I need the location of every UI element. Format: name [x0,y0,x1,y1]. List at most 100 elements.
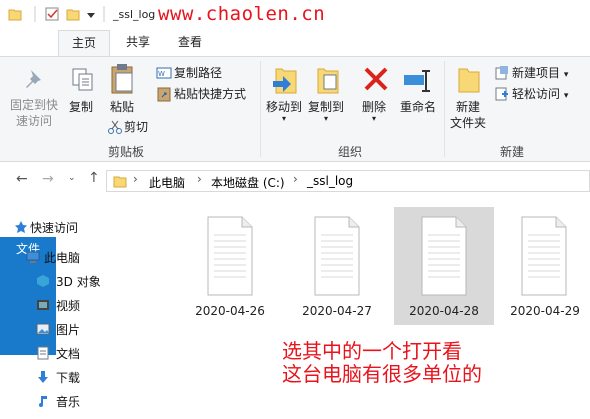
computer-icon [26,251,40,263]
up-arrow-icon[interactable]: ↑ [88,170,100,186]
music-icon [39,396,47,407]
new-folder-button[interactable]: 新建 文件夹 [446,99,490,131]
chevron-down-icon: ▾ [371,114,376,123]
easy-access-button[interactable]: 轻松访问 ▾ [512,86,582,104]
tab-view[interactable]: 查看 [164,30,216,56]
nav-this-pc[interactable]: 此电脑 [44,249,80,266]
file-name: 2020-04-28 [409,304,479,318]
star-icon [15,221,27,233]
tab-home[interactable]: 主页 [58,30,110,57]
rename-button[interactable]: 重命名 [396,99,440,115]
group-label-new: 新建 [500,145,525,159]
pictures-icon [36,323,50,335]
recent-locations-chevron-icon[interactable]: ⌄ [68,173,76,183]
move-to-icon [273,68,297,94]
window-title: _ssl_log [113,8,156,21]
rename-icon [404,70,430,92]
breadcrumb-local-disk[interactable]: 本地磁盘 (C:) [211,174,285,191]
new-folder-quick-icon[interactable] [66,7,80,21]
address-bar[interactable]: › 此电脑 › 本地磁盘 (C:) › _ssl_log [106,170,590,192]
cut-button[interactable]: 剪切 [124,119,154,135]
folder-icon [8,9,22,21]
file-item[interactable]: 2020-04-26 [180,207,280,325]
nav-music[interactable]: 音乐 [56,393,80,410]
paste-shortcut-icon [157,87,171,102]
chevron-down-icon: ▾ [323,114,328,123]
divider [444,61,445,157]
annotation-line1: 选其中的一个打开看 [282,339,462,363]
svg-text:W: W [158,70,165,78]
annotation-line2: 这台电脑有很多单位的 [282,362,482,386]
new-folder-label-line1: 新建 [455,100,480,114]
file-item[interactable]: 2020-04-29 [500,207,590,325]
separator-icon [34,6,36,22]
copy-path-button[interactable]: 复制路径 [174,65,234,81]
copy-button[interactable]: 复制 [66,99,96,115]
documents-icon [37,346,49,360]
copy-to-label: 复制到 [307,100,344,114]
copy-to-icon [317,68,339,94]
folder-icon [113,176,127,188]
new-item-button[interactable]: 新建项目 ▾ [512,65,582,83]
delete-label: 删除 [361,100,386,114]
file-item-selected[interactable]: 2020-04-28 [394,207,494,325]
paste-icon [111,64,133,94]
pin-quick-access-button[interactable]: 固定到快 速访问 [6,97,62,129]
delete-button[interactable]: 删除 ▾ [356,99,392,123]
nav-pictures[interactable]: 图片 [56,321,80,338]
breadcrumb-separator-icon: › [293,172,298,186]
file-name: 2020-04-26 [195,304,265,318]
back-arrow-icon[interactable]: ← [16,171,28,187]
document-icon [314,216,360,296]
pin-icon [26,70,41,88]
divider [260,61,261,157]
delete-icon [364,67,388,91]
document-icon [521,216,567,296]
scissors-icon [108,120,122,134]
breadcrumb-ssl-log[interactable]: _ssl_log [307,174,353,188]
new-folder-icon [458,68,480,93]
nav-downloads[interactable]: 下载 [56,369,80,386]
pin-label-line2: 速访问 [15,114,52,128]
breadcrumb-separator-icon: › [133,172,138,186]
paste-button[interactable]: 粘贴 [104,99,140,115]
breadcrumb-this-pc[interactable]: 此电脑 [149,174,185,191]
group-label-organize: 组织 [338,145,363,159]
properties-icon[interactable] [44,6,60,22]
easy-access-label: 轻松访问 [512,87,561,101]
document-icon [207,216,253,296]
paste-shortcut-button[interactable]: 粘贴快捷方式 [174,86,254,102]
ribbon-tabs: 文件 主页 共享 查看 [0,30,590,355]
file-name: 2020-04-27 [302,304,372,318]
new-folder-label-line2: 文件夹 [449,116,486,130]
ribbon: 固定到快 速访问 复制 粘贴 W 复制路径 粘贴快捷方式 剪切 剪贴板 移动到 … [0,56,590,162]
pin-label-line1: 固定到快 [9,98,58,112]
new-item-label: 新建项目 [512,66,561,80]
title-bar: _ssl_log www.chaolen.cn [0,0,590,30]
chevron-down-icon: ▾ [563,70,569,80]
copy-to-button[interactable]: 复制到 ▾ [304,99,348,123]
separator-icon [103,6,105,22]
watermark: www.chaolen.cn [158,3,326,25]
new-item-icon [495,66,508,80]
document-icon [421,216,467,296]
breadcrumb-separator-icon: › [197,172,202,186]
easy-access-icon [495,87,508,101]
copy-icon [72,68,93,91]
nav-documents[interactable]: 文档 [56,345,80,362]
nav-videos[interactable]: 视频 [56,297,80,314]
nav-3d-objects[interactable]: 3D 对象 [56,273,101,290]
move-to-label: 移动到 [265,100,302,114]
file-item[interactable]: 2020-04-27 [287,207,387,325]
copy-path-icon: W [156,67,172,79]
download-icon [38,371,48,383]
cube-icon [37,275,49,287]
video-icon [37,300,49,310]
file-name: 2020-04-29 [510,304,580,318]
chevron-down-icon: ▾ [563,91,569,101]
chevron-down-icon[interactable] [86,10,96,20]
move-to-button[interactable]: 移动到 ▾ [262,99,306,123]
forward-arrow-icon[interactable]: → [42,171,54,187]
nav-quick-access[interactable]: 快速访问 [30,219,78,236]
tab-share[interactable]: 共享 [112,30,164,56]
